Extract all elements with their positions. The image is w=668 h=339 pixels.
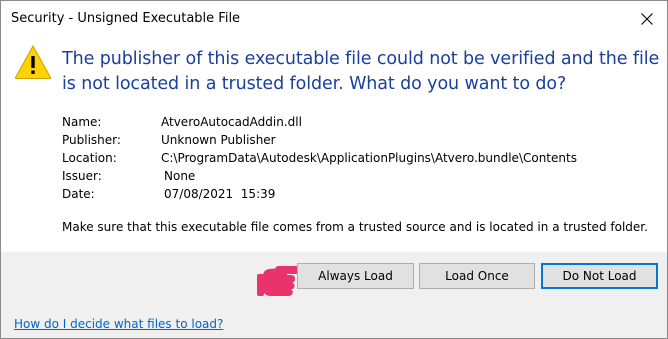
close-button[interactable] xyxy=(635,7,659,31)
title-bar: Security - Unsigned Executable File xyxy=(1,1,667,37)
do-not-load-button[interactable]: Do Not Load xyxy=(541,263,658,289)
load-once-button[interactable]: Load Once xyxy=(419,263,535,289)
property-value: 07/08/2021 15:39 xyxy=(164,187,276,201)
close-icon xyxy=(641,13,653,25)
dialog-footer: Always Load Load Once Do Not Load How do… xyxy=(1,252,667,338)
always-load-button[interactable]: Always Load xyxy=(297,263,414,289)
warning-icon xyxy=(14,44,52,79)
window-title: Security - Unsigned Executable File xyxy=(11,11,241,26)
property-label: Date: xyxy=(62,187,95,201)
trust-note: Make sure that this executable file come… xyxy=(62,220,648,234)
property-label: Location: xyxy=(62,151,117,165)
property-label: Name: xyxy=(62,115,102,129)
property-value: C:\ProgramData\Autodesk\ApplicationPlugi… xyxy=(161,151,577,165)
property-value: Unknown Publisher xyxy=(161,133,276,147)
property-label: Issuer: xyxy=(62,169,102,183)
property-value: None xyxy=(164,169,196,183)
help-link[interactable]: How do I decide what files to load? xyxy=(14,317,223,331)
security-dialog: Security - Unsigned Executable File The … xyxy=(0,0,668,339)
headline: The publisher of this executable file co… xyxy=(62,49,660,94)
property-label: Publisher: xyxy=(62,133,121,147)
property-value: AtveroAutocadAddin.dll xyxy=(161,115,302,129)
